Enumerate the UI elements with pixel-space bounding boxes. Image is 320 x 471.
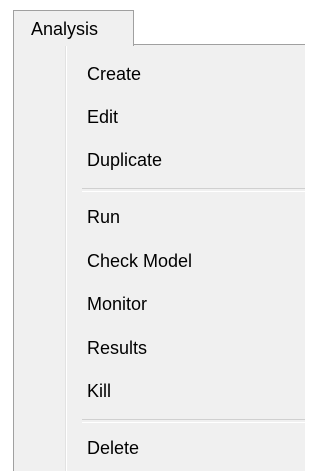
menu-item-kill[interactable]: Kill — [67, 371, 305, 414]
menu-item-delete[interactable]: Delete — [67, 428, 305, 471]
menu-icon-gutter — [14, 45, 66, 471]
analysis-menu-title: Analysis — [31, 19, 99, 39]
menu-separator-1 — [82, 188, 305, 192]
menu-item-edit-label: Edit — [87, 107, 119, 127]
menu-item-kill-label: Kill — [87, 381, 112, 401]
menu-item-delete-label: Delete — [87, 438, 140, 458]
menu-item-duplicate[interactable]: Duplicate — [67, 140, 305, 183]
menu-item-edit[interactable]: Edit — [67, 97, 305, 140]
menu-item-results-label: Results — [87, 338, 148, 358]
analysis-menu-header[interactable]: Analysis — [13, 10, 134, 46]
menu-item-create[interactable]: Create — [67, 54, 305, 97]
menu-stage: Analysis Create Edit Duplicate Run Check… — [0, 0, 305, 471]
menu-item-results[interactable]: Results — [67, 328, 305, 371]
menu-separator-2 — [82, 419, 305, 423]
menu-item-check-model-label: Check Model — [87, 251, 193, 271]
analysis-dropdown-menu: Create Edit Duplicate Run Check Model Mo… — [13, 44, 305, 471]
menu-item-run-label: Run — [87, 207, 121, 227]
menu-item-check-model[interactable]: Check Model — [67, 241, 305, 284]
menu-item-monitor[interactable]: Monitor — [67, 284, 305, 327]
menu-item-run[interactable]: Run — [67, 197, 305, 240]
menu-item-duplicate-label: Duplicate — [87, 150, 163, 170]
menu-item-create-label: Create — [87, 64, 142, 84]
menu-item-monitor-label: Monitor — [87, 294, 148, 314]
menu-item-area: Create Edit Duplicate Run Check Model Mo… — [66, 45, 305, 471]
